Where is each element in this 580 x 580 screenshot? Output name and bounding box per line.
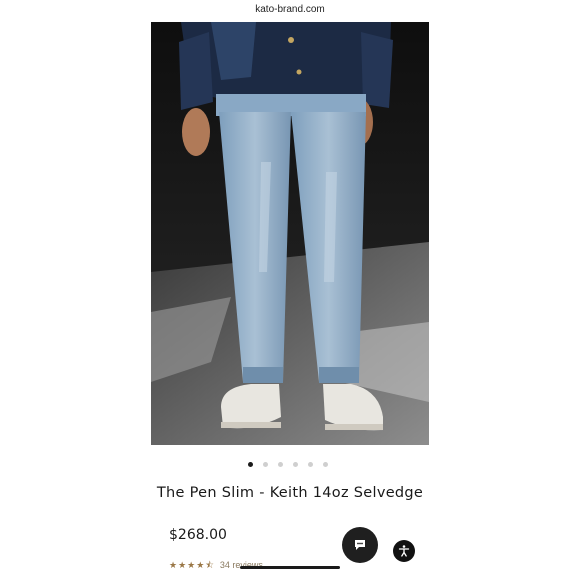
star-icon: ★: [187, 560, 196, 570]
gallery-dot-1[interactable]: [248, 462, 253, 467]
gallery-pagination: [248, 462, 328, 467]
product-price: $268.00: [169, 527, 227, 543]
star-icon: ★: [196, 560, 205, 570]
gallery-dot-4[interactable]: [293, 462, 298, 467]
star-icon: ★: [169, 560, 178, 570]
star-icon: ★: [178, 560, 187, 570]
accessibility-icon: [398, 545, 410, 557]
gallery-dot-3[interactable]: [278, 462, 283, 467]
product-title: The Pen Slim - Keith 14oz Selvedge: [156, 485, 424, 501]
chat-button[interactable]: [342, 527, 378, 563]
chat-bubble-icon: [355, 540, 365, 550]
gallery-dot-6[interactable]: [323, 462, 328, 467]
accessibility-button[interactable]: [393, 540, 415, 562]
gallery-dot-2[interactable]: [263, 462, 268, 467]
product-image[interactable]: [151, 22, 429, 445]
product-photo-jeans: [151, 22, 429, 445]
url-bar[interactable]: kato-brand.com: [0, 4, 580, 15]
gallery-dot-5[interactable]: [308, 462, 313, 467]
half-star-icon: ⯪: [205, 560, 214, 570]
rating-stars: ★ ★ ★ ★ ⯪: [169, 560, 214, 570]
home-indicator[interactable]: [240, 566, 340, 569]
